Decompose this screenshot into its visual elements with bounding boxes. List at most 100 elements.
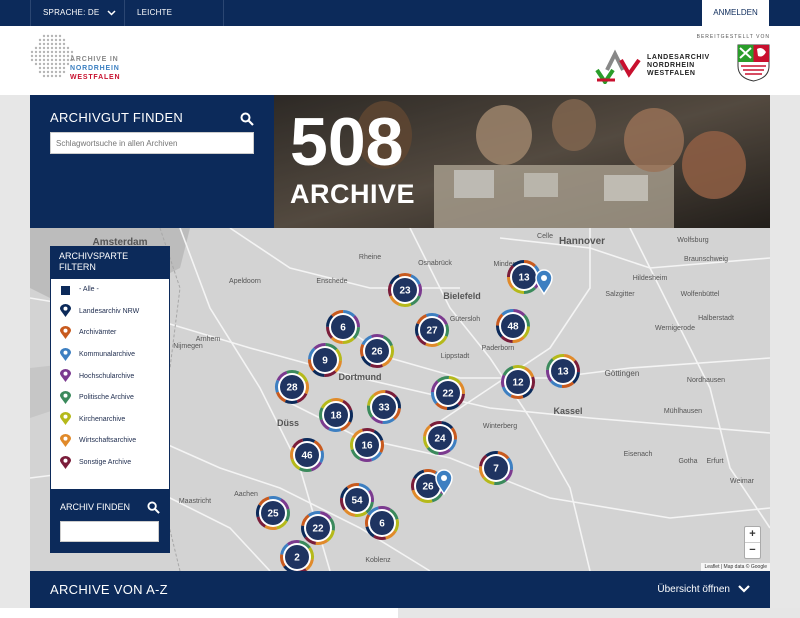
filter-item[interactable]: Wirtschaftsarchive [51,430,169,452]
filter-item-label: Kirchenarchive [79,415,126,423]
landesarchiv-logo[interactable]: BEREITGESTELLT VON LANDESARCHIV NORDRHEI… [595,34,770,88]
archive-nrw-logo[interactable]: ARCHIVE IN NORDRHEIN WESTFALEN [30,32,130,86]
easy-language-link[interactable]: LEICHTE SPRACHE [124,0,224,43]
city-label: Düss [277,418,299,428]
archive-cluster-marker[interactable]: 48 [496,309,530,343]
map-pin-icon [60,390,71,404]
archive-cluster-marker[interactable]: 9 [307,343,342,377]
cluster-count: 13 [518,273,530,284]
archive-cluster-marker[interactable]: 18 [319,398,354,432]
city-label: Maastricht [179,498,211,505]
search-icon[interactable] [147,501,160,514]
archive-cluster-marker[interactable]: 27 [415,313,449,347]
archive-cluster-marker[interactable]: 6 [365,505,399,540]
cluster-count: 26 [422,482,434,493]
city-label: Kassel [553,406,582,416]
cluster-count: 18 [330,411,342,422]
archive-cluster-marker[interactable]: 33 [367,390,401,424]
archive-cluster-marker[interactable]: 12 [501,365,535,399]
filter-item[interactable]: Sonstige Archive [51,452,169,474]
cluster-count: 22 [312,524,324,535]
city-label: Halberstadt [698,315,734,322]
language-selector[interactable]: SPRACHE: DE [30,0,124,26]
city-label: Wolfsburg [677,237,708,244]
city-label: Koblenz [365,557,391,564]
keyword-search-input[interactable] [50,132,254,154]
city-label: Braunschweig [684,256,728,263]
language-label: SPRACHE: DE [43,8,100,17]
chevron-down-icon [107,10,116,16]
city-label: Göttingen [605,369,640,378]
login-button[interactable]: ANMELDEN [702,0,769,26]
provided-by-label: BEREITGESTELLT VON [696,34,770,40]
chevron-down-icon[interactable] [738,584,750,594]
city-label: Salzgitter [605,291,635,298]
filter-title: ARCHIVSPARTE FILTERN [51,247,169,279]
filter-item[interactable]: Landesarchiv NRW [51,301,169,323]
archive-az-bar[interactable]: ARCHIVE VON A-Z Übersicht öffnen [30,571,770,608]
bottom-strip [0,608,800,618]
filter-item[interactable]: Politische Archive [51,387,169,409]
cluster-count: 26 [371,347,383,358]
zoom-out-button[interactable]: − [745,543,760,559]
cluster-count: 16 [361,441,373,452]
archive-cluster-marker[interactable]: 54 [340,483,374,517]
filter-item[interactable]: Archivämter [51,322,169,344]
search-icon[interactable] [240,112,254,126]
logo-line3: WESTFALEN [70,74,121,81]
cluster-count: 9 [322,356,328,367]
archive-cluster-marker[interactable]: 23 [388,273,422,307]
landesarchiv-text: LANDESARCHIV NORDRHEIN WESTFALEN [647,54,710,78]
pin-dot [541,275,547,281]
map-pin-icon [60,347,71,361]
archive-cluster-marker[interactable]: 16 [350,428,385,462]
map-pin-icon [60,412,71,426]
city-label: Arnhem [196,336,221,343]
map-attribution[interactable]: Leaflet | Map data © Google [701,563,770,571]
zoom-in-button[interactable]: + [745,527,760,543]
city-label: Bielefeld [443,291,481,301]
city-label: Wolfenbüttel [681,291,720,298]
cluster-count: 12 [512,378,524,389]
archive-map[interactable]: Amsterdam Hannover Bielefeld Dortmund Düss Ka… [30,228,770,571]
archive-cluster-marker[interactable]: 26 [359,334,395,368]
cluster-count: 54 [351,496,363,507]
city-label: Eisenach [624,451,653,458]
city-label: Dortmund [339,372,382,382]
archive-cluster-marker[interactable]: 13 [546,354,580,388]
city-label: Rheine [359,254,381,261]
filter-item-label: Landesarchiv NRW [79,307,140,315]
cluster-count: 13 [557,367,569,378]
az-title: ARCHIVE VON A-Z [50,582,168,597]
archive-cluster-marker[interactable]: 6 [325,310,361,344]
archive-cluster-marker[interactable]: 22 [301,511,335,545]
map-pin-icon [60,325,71,339]
city-label: Celle [537,233,553,240]
archive-cluster-marker[interactable]: 28 [275,370,309,404]
cluster-count: 48 [507,322,519,333]
cluster-count: 6 [340,323,346,334]
filter-item-label: Sonstige Archive [79,459,132,467]
city-label: Hildesheim [633,275,668,282]
filter-item[interactable]: Kirchenarchive [51,409,169,431]
cluster-count: 22 [442,389,454,400]
filter-item[interactable]: Kommunalarchive [51,344,169,366]
archive-cluster-marker[interactable]: 7 [478,451,513,485]
filter-item-label: Politische Archive [79,394,134,402]
archive-cluster-marker[interactable]: 25 [256,496,290,530]
archive-cluster-marker[interactable]: 22 [431,376,465,410]
filter-item[interactable]: - Alle - [51,279,169,301]
filter-item[interactable]: Hochschularchive [51,365,169,387]
city-label: Lippstadt [441,353,469,360]
cluster-count: 23 [399,286,411,297]
landesarchiv-line1: LANDESARCHIV [647,54,710,61]
filter-title-line2: FILTERN [59,262,96,272]
cluster-count: 24 [434,434,446,445]
overview-open-link[interactable]: Übersicht öffnen [657,584,730,595]
archive-type-filter: ARCHIVSPARTE FILTERN - Alle - Landesarchi… [50,246,170,491]
archive-cluster-marker[interactable]: 24 [422,421,457,455]
archive-finder-input[interactable] [60,521,159,542]
city-label: Weimar [730,478,755,485]
archive-cluster-marker[interactable]: 46 [289,438,324,472]
nrw-crest-icon [737,44,770,82]
